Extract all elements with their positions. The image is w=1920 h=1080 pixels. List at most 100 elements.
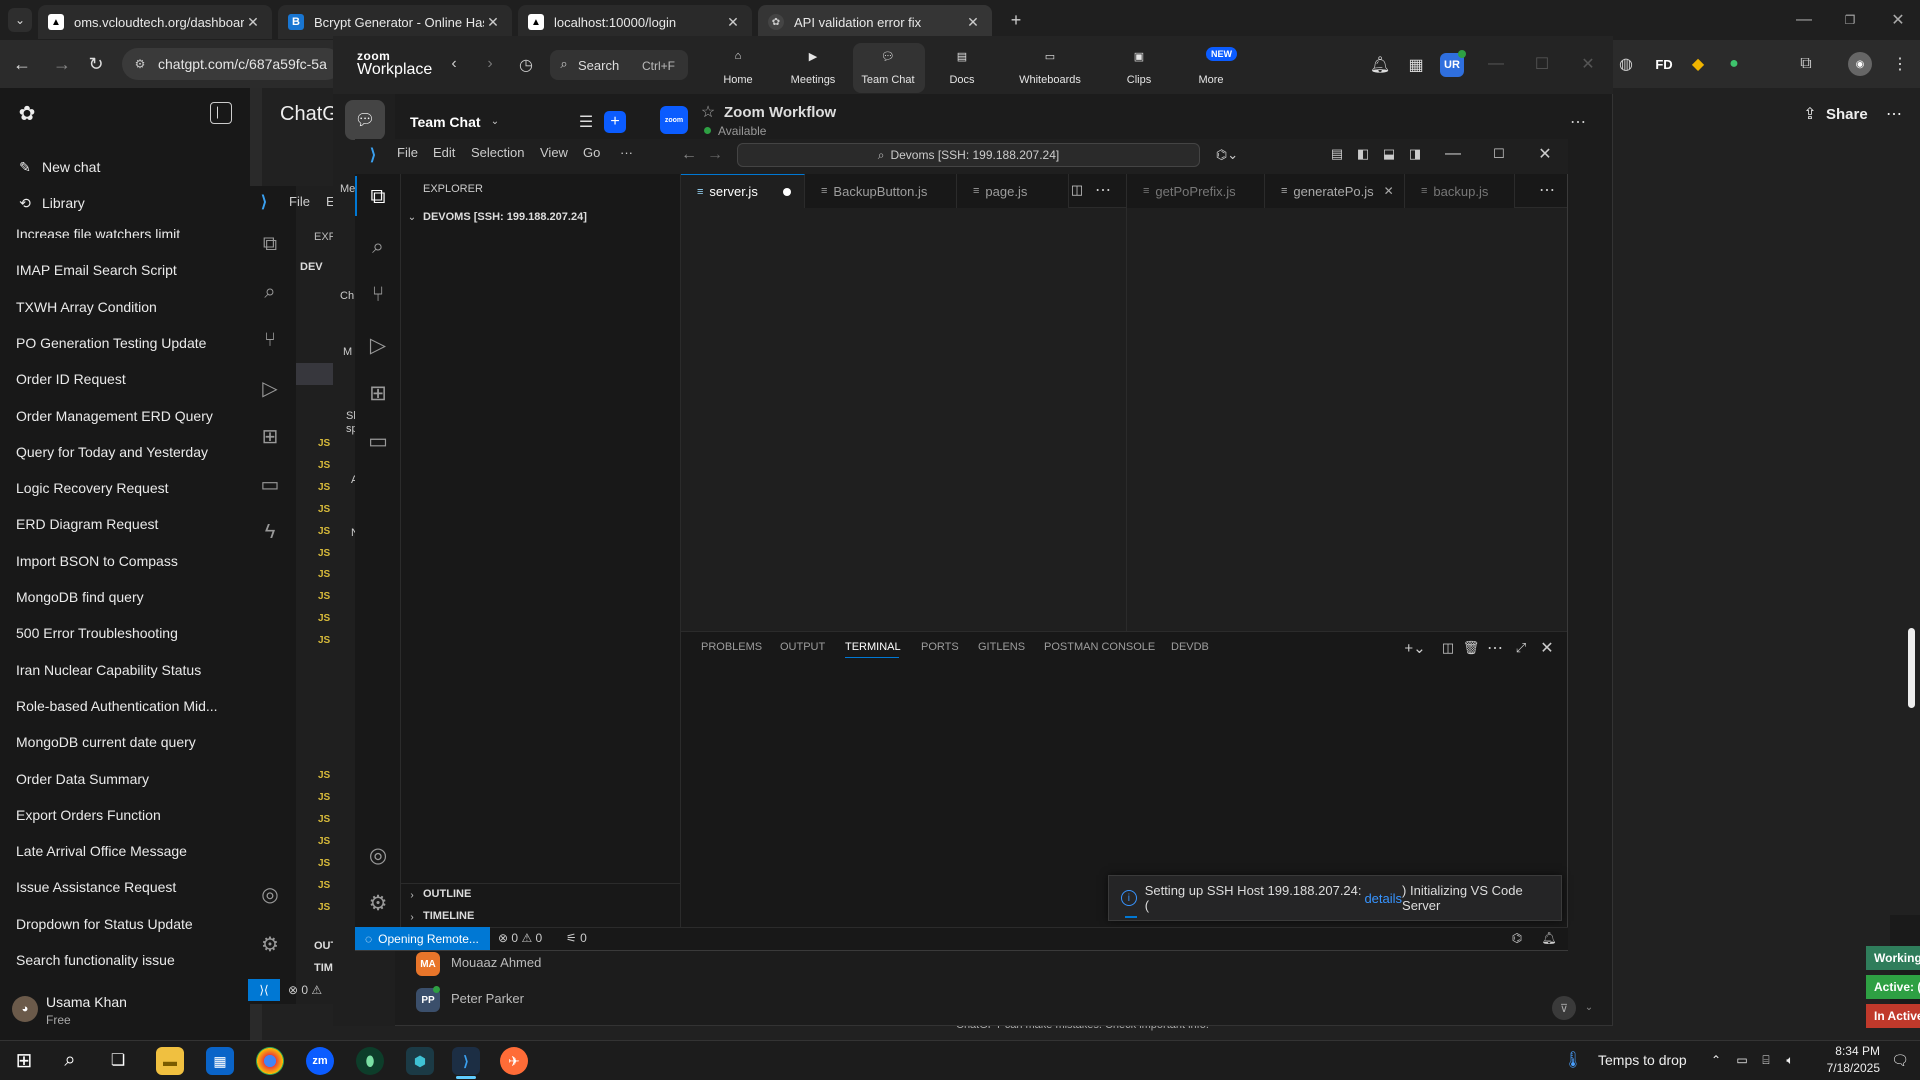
chevron-right-icon[interactable] — [312, 311, 324, 327]
chevron-right-icon[interactable] — [312, 355, 324, 371]
copilot-status-icon[interactable]: ⌬ — [1508, 929, 1526, 947]
ports-status[interactable]: ⚟ 0 — [566, 931, 587, 945]
accounts-icon[interactable]: ◎ — [363, 840, 393, 870]
clock-time[interactable]: 8:34 PM — [1822, 1044, 1880, 1058]
unsaved-dot[interactable] — [783, 188, 791, 196]
store-icon[interactable]: ▦ — [206, 1047, 234, 1075]
root-folder[interactable]: DEVOMS [SSH: 199.188.207.24] — [423, 211, 587, 223]
channel-more-icon[interactable]: ⋯ — [1568, 112, 1588, 132]
close-window-icon[interactable]: ✕ — [1888, 10, 1908, 30]
nav-meetings[interactable]: ▶ Meetings — [778, 50, 848, 86]
mongodb-compass-icon[interactable]: ⬮ — [356, 1047, 384, 1075]
filter-icon[interactable]: ☰ — [576, 112, 596, 132]
split-editor-icon[interactable]: ◫ — [1068, 181, 1086, 199]
minimize-icon[interactable]: — — [1794, 10, 1814, 30]
panel-tab-gitlens[interactable]: GITLENS — [978, 641, 1025, 653]
root-folder[interactable]: DEV — [300, 261, 323, 273]
panel-more-icon[interactable]: ⋯ — [1486, 639, 1504, 657]
close-icon[interactable]: ✕ — [964, 14, 982, 31]
user-avatar[interactable]: ◕ — [12, 996, 38, 1022]
history-item[interactable]: Logic Recovery Request — [16, 480, 169, 496]
history-item[interactable]: Late Arrival Office Message — [16, 843, 187, 859]
zoom-maximize-icon[interactable]: ☐ — [1534, 56, 1550, 73]
history-item[interactable]: Role-based Authentication Mid... — [16, 698, 218, 714]
library-link[interactable]: Library — [42, 195, 85, 211]
chevron-down-icon[interactable]: ⌄ — [488, 114, 502, 128]
close-icon[interactable]: ✕ — [724, 14, 742, 31]
source-control-icon[interactable]: ⑂ — [256, 326, 284, 354]
editor-tab-page-js[interactable]: ≡ page.js — [957, 174, 1069, 208]
menu-go[interactable]: Go — [583, 145, 600, 160]
tray-chevron-up-icon[interactable]: ⌃ — [1708, 1052, 1724, 1068]
trash-icon[interactable]: 🗑︎ — [1462, 639, 1480, 657]
active-badge[interactable]: Active: ( — [1866, 975, 1920, 999]
extensions-icon[interactable]: ⊞ — [256, 422, 284, 450]
nav-forward-icon[interactable]: → — [706, 146, 724, 164]
channel-name[interactable]: Zoom Workflow — [724, 104, 836, 121]
maximize-panel-icon[interactable]: ⤢ — [1512, 639, 1530, 657]
puzzle-extension-icon[interactable]: ◆ — [1686, 52, 1710, 76]
menu-file[interactable]: File — [289, 194, 310, 209]
side-label[interactable]: Ch — [340, 290, 354, 302]
reload-icon[interactable]: ↻ — [84, 52, 108, 76]
chevron-left-icon[interactable]: ‹ — [446, 55, 462, 72]
history-item[interactable]: Iran Nuclear Capability Status — [16, 662, 201, 678]
menu-file[interactable]: File — [397, 145, 418, 160]
notification-center-icon[interactable]: 🗨︎ — [1890, 1050, 1910, 1070]
search-icon[interactable]: ⌕ — [58, 1048, 82, 1072]
file-explorer-icon[interactable]: ▬ — [156, 1047, 184, 1075]
run-debug-icon[interactable]: ▷ — [363, 330, 393, 360]
settings-gear-icon[interactable]: ⚙ — [363, 888, 393, 918]
close-icon[interactable]: ✕ — [244, 14, 262, 31]
compose-button[interactable]: + — [604, 111, 626, 133]
site-info-icon[interactable]: ⚙ — [132, 56, 148, 72]
share-button[interactable]: Share — [1826, 106, 1868, 123]
notifications-icon[interactable]: 🔔︎ — [1540, 929, 1558, 947]
task-view-icon[interactable]: ❏ — [106, 1048, 130, 1072]
copilot-icon[interactable]: ⌬⌄ — [1212, 145, 1242, 165]
timeline-section[interactable]: TIM — [314, 962, 333, 974]
files-icon[interactable]: ⧉ — [363, 182, 393, 212]
user-name[interactable]: Usama Khan — [46, 994, 127, 1010]
nav-clips[interactable]: ▣ Clips — [1104, 50, 1174, 86]
weather-text[interactable]: Temps to drop — [1598, 1052, 1687, 1068]
history-item[interactable]: Order ID Request — [16, 371, 126, 387]
history-item[interactable]: ERD Diagram Request — [16, 516, 158, 532]
history-item[interactable]: Export Orders Function — [16, 807, 161, 823]
send-filter-icon[interactable]: ⊽ — [1552, 996, 1576, 1020]
history-item[interactable]: Search functionality issue — [16, 952, 175, 968]
toggle-sidebar-icon[interactable]: ◧ — [1354, 145, 1372, 163]
app-icon[interactable]: ⬢ — [406, 1047, 434, 1075]
postman-icon[interactable]: ✈ — [500, 1047, 528, 1075]
calendar-icon[interactable]: ▦ — [1406, 55, 1426, 75]
panel-tab-output[interactable]: OUTPUT — [780, 641, 825, 653]
working-badge[interactable]: Working — [1866, 946, 1920, 970]
volume-icon[interactable]: 🔈︎ — [1782, 1052, 1798, 1068]
sidebar-toggle-icon[interactable]: ▏ — [210, 102, 232, 124]
zoom-minimize-icon[interactable]: — — [1488, 55, 1504, 72]
menu-icon[interactable]: ⋮ — [1888, 52, 1912, 76]
editor-tab-backupbutton-js[interactable]: ≡ BackupButton.js — [805, 174, 957, 208]
chevron-right-icon[interactable] — [304, 702, 316, 718]
globe-extension-icon[interactable]: ◍ — [1614, 52, 1638, 76]
thunder-icon[interactable]: ϟ — [256, 518, 284, 546]
outline-section[interactable]: OUTLINE — [423, 888, 471, 900]
chevron-right-icon[interactable] — [312, 377, 324, 393]
settings-gear-icon[interactable]: ⚙ — [256, 930, 284, 958]
editor-right[interactable] — [1127, 208, 1567, 631]
panel-tab-devdb[interactable]: DEVDB — [1171, 641, 1209, 653]
accounts-icon[interactable]: ◎ — [256, 880, 284, 908]
vs-close-icon[interactable]: ✕ — [1536, 145, 1554, 163]
fd-extension-icon[interactable]: FD — [1650, 52, 1678, 76]
network-icon[interactable]: ⌸ — [1758, 1052, 1774, 1068]
history-icon[interactable]: ◷ — [516, 55, 536, 75]
menu-more[interactable]: ··· — [620, 145, 633, 160]
search-icon[interactable]: ⌕ — [363, 232, 393, 262]
files-icon[interactable]: ⧉ — [256, 230, 284, 258]
panel-tab-ports[interactable]: PORTS — [921, 641, 959, 653]
history-item[interactable]: Issue Assistance Request — [16, 879, 176, 895]
split-terminal-icon[interactable]: ◫ — [1439, 639, 1457, 657]
editor-tab-getpoprefix-js[interactable]: ≡ getPoPrefix.js — [1127, 174, 1265, 208]
history-item[interactable]: TXWH Array Condition — [16, 299, 157, 315]
browser-tab[interactable]: B Bcrypt Generator - Online Hash ✕ — [278, 5, 512, 39]
